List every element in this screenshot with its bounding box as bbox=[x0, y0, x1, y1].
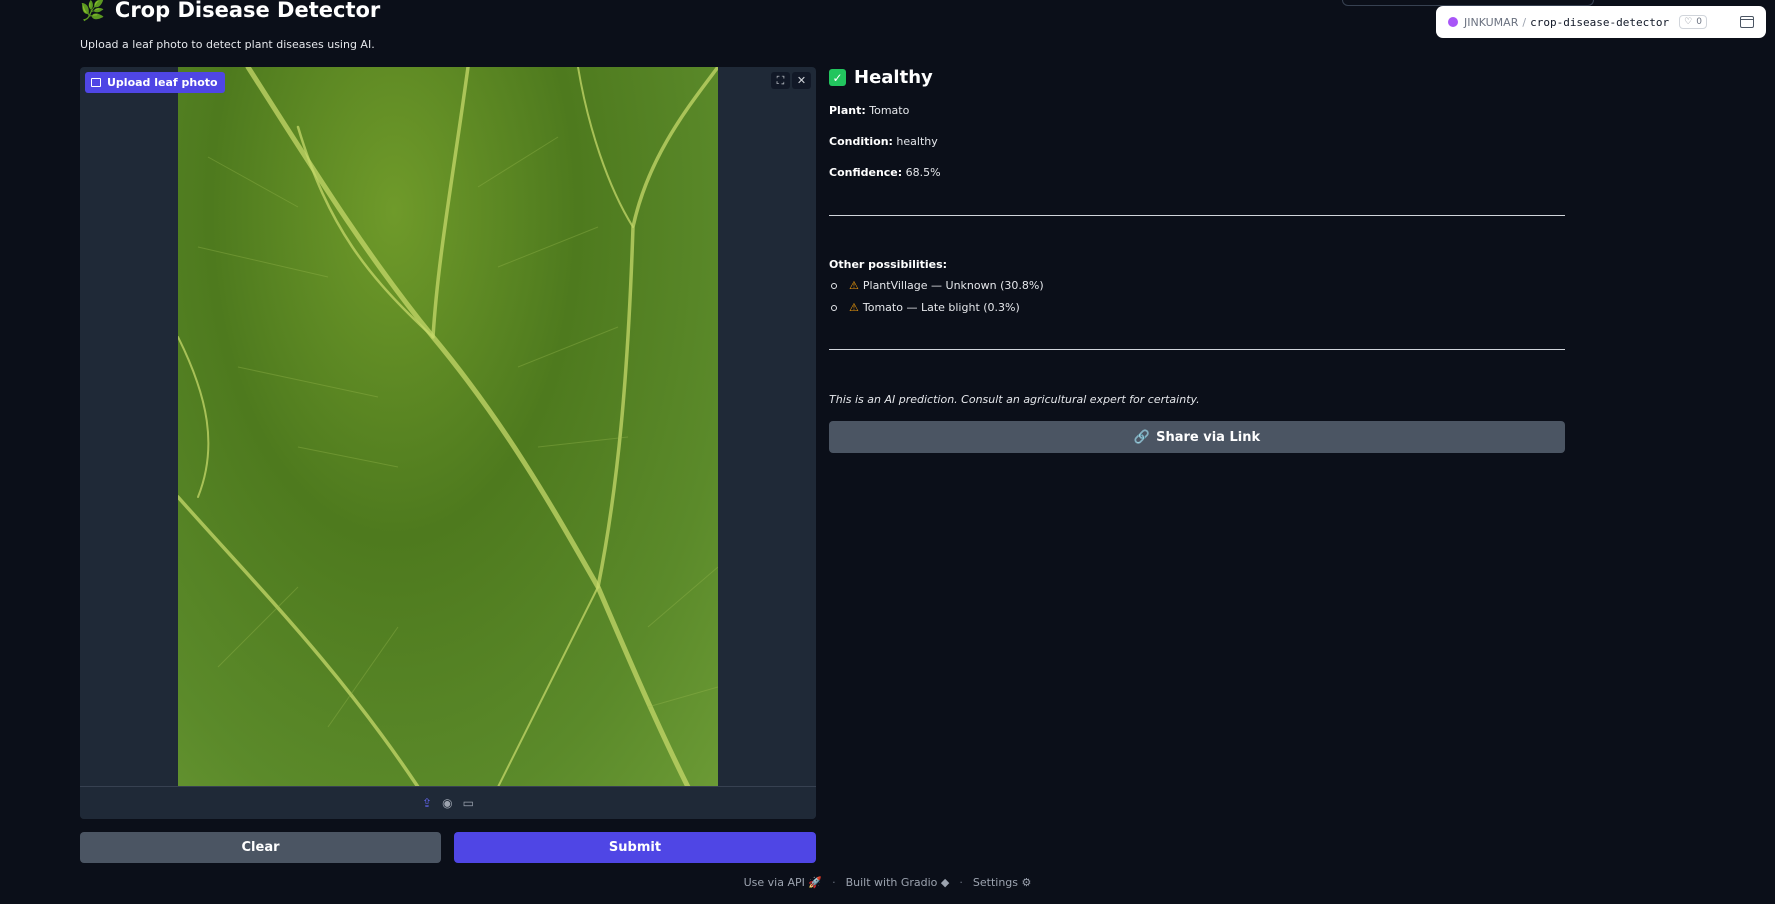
rocket-icon: 🚀 bbox=[808, 876, 823, 889]
page-header: 🌿 Crop Disease Detector bbox=[80, 0, 380, 22]
result-header: ✓ Healthy bbox=[829, 67, 1565, 88]
image-input-label: Upload leaf photo bbox=[85, 72, 225, 93]
space-badge[interactable]: JINKUMAR / crop-disease-detector ♡ 0 bbox=[1436, 6, 1766, 38]
bullet-icon bbox=[831, 304, 837, 311]
check-icon: ✓ bbox=[829, 69, 846, 86]
image-input-panel[interactable]: Upload leaf photo ⛶ ✕ ⇪ ◉ ▭ bbox=[80, 67, 816, 819]
divider bbox=[829, 349, 1565, 350]
footer-separator: · bbox=[832, 876, 836, 889]
image-source-bar: ⇪ ◉ ▭ bbox=[80, 786, 816, 819]
gradio-link-text: Built with Gradio bbox=[845, 876, 938, 889]
other-possibilities-heading: Other possibilities: bbox=[829, 258, 948, 271]
confidence-value: 68.5% bbox=[905, 166, 941, 179]
warning-icon: ⚠ bbox=[849, 279, 859, 292]
submit-button[interactable]: Submit bbox=[454, 832, 816, 863]
confidence-row: Confidence: 68.5% bbox=[829, 166, 941, 179]
settings-link-text: Settings bbox=[972, 876, 1019, 889]
settings-link[interactable]: Settings ⚙ bbox=[973, 876, 1032, 889]
result-panel: ✓ Healthy Plant: Tomato Condition: healt… bbox=[829, 67, 1565, 453]
share-label: Share via Link bbox=[1156, 429, 1261, 445]
plant-label: Plant: bbox=[829, 104, 866, 117]
list-item: ⚠ PlantVillage — Unknown (30.8%) bbox=[829, 279, 1044, 292]
webcam-icon[interactable]: ◉ bbox=[442, 797, 452, 809]
leaf-photo bbox=[178, 67, 718, 787]
image-icon bbox=[91, 78, 101, 87]
list-item: ⚠ Tomato — Late blight (0.3%) bbox=[829, 301, 1020, 314]
clear-button[interactable]: Clear bbox=[80, 832, 441, 863]
space-repo-name[interactable]: crop-disease-detector bbox=[1530, 16, 1669, 29]
space-avatar-icon bbox=[1448, 17, 1458, 27]
condition-value: healthy bbox=[896, 135, 938, 148]
link-icon: 🔗 bbox=[1133, 429, 1151, 445]
possibility-text: PlantVillage — Unknown (30.8%) bbox=[862, 279, 1044, 292]
confidence-label: Confidence: bbox=[829, 166, 903, 179]
like-button[interactable]: ♡ 0 bbox=[1679, 15, 1707, 29]
upload-icon[interactable]: ⇪ bbox=[422, 797, 432, 809]
share-link-button[interactable]: 🔗 Share via Link bbox=[829, 421, 1565, 453]
embed-icon[interactable] bbox=[1740, 16, 1754, 28]
gradio-logo-icon: ◆ bbox=[940, 876, 950, 889]
condition-label: Condition: bbox=[829, 135, 893, 148]
page-title: Crop Disease Detector bbox=[114, 0, 381, 22]
image-tools: ⛶ ✕ bbox=[771, 72, 811, 89]
result-status: Healthy bbox=[854, 67, 933, 88]
image-input-label-text: Upload leaf photo bbox=[107, 76, 218, 89]
heart-icon: ♡ bbox=[1684, 17, 1693, 27]
page-subtitle: Upload a leaf photo to detect plant dise… bbox=[80, 38, 375, 51]
plant-row: Plant: Tomato bbox=[829, 104, 909, 117]
page-footer: Use via API 🚀 · Built with Gradio ◆ · Se… bbox=[0, 876, 1775, 889]
api-link[interactable]: Use via API 🚀 bbox=[744, 876, 822, 889]
warning-icon: ⚠ bbox=[849, 301, 859, 314]
plant-value: Tomato bbox=[869, 104, 910, 117]
condition-row: Condition: healthy bbox=[829, 135, 938, 148]
gradio-link[interactable]: Built with Gradio ◆ bbox=[846, 876, 950, 889]
api-link-text: Use via API bbox=[743, 876, 805, 889]
footer-separator: · bbox=[959, 876, 963, 889]
divider bbox=[829, 215, 1565, 216]
leaf-icon: 🌿 bbox=[80, 0, 105, 22]
space-owner[interactable]: JINKUMAR bbox=[1464, 16, 1518, 29]
disclaimer-text: This is an AI prediction. Consult an agr… bbox=[829, 393, 1200, 406]
clipboard-icon[interactable]: ▭ bbox=[463, 797, 474, 809]
bullet-icon bbox=[831, 282, 837, 289]
gear-icon: ⚙ bbox=[1021, 876, 1032, 889]
close-icon[interactable]: ✕ bbox=[792, 72, 811, 89]
like-count: 0 bbox=[1696, 17, 1702, 27]
space-separator: / bbox=[1522, 15, 1527, 29]
possibility-text: Tomato — Late blight (0.3%) bbox=[862, 301, 1020, 314]
fullscreen-icon[interactable]: ⛶ bbox=[771, 72, 790, 89]
